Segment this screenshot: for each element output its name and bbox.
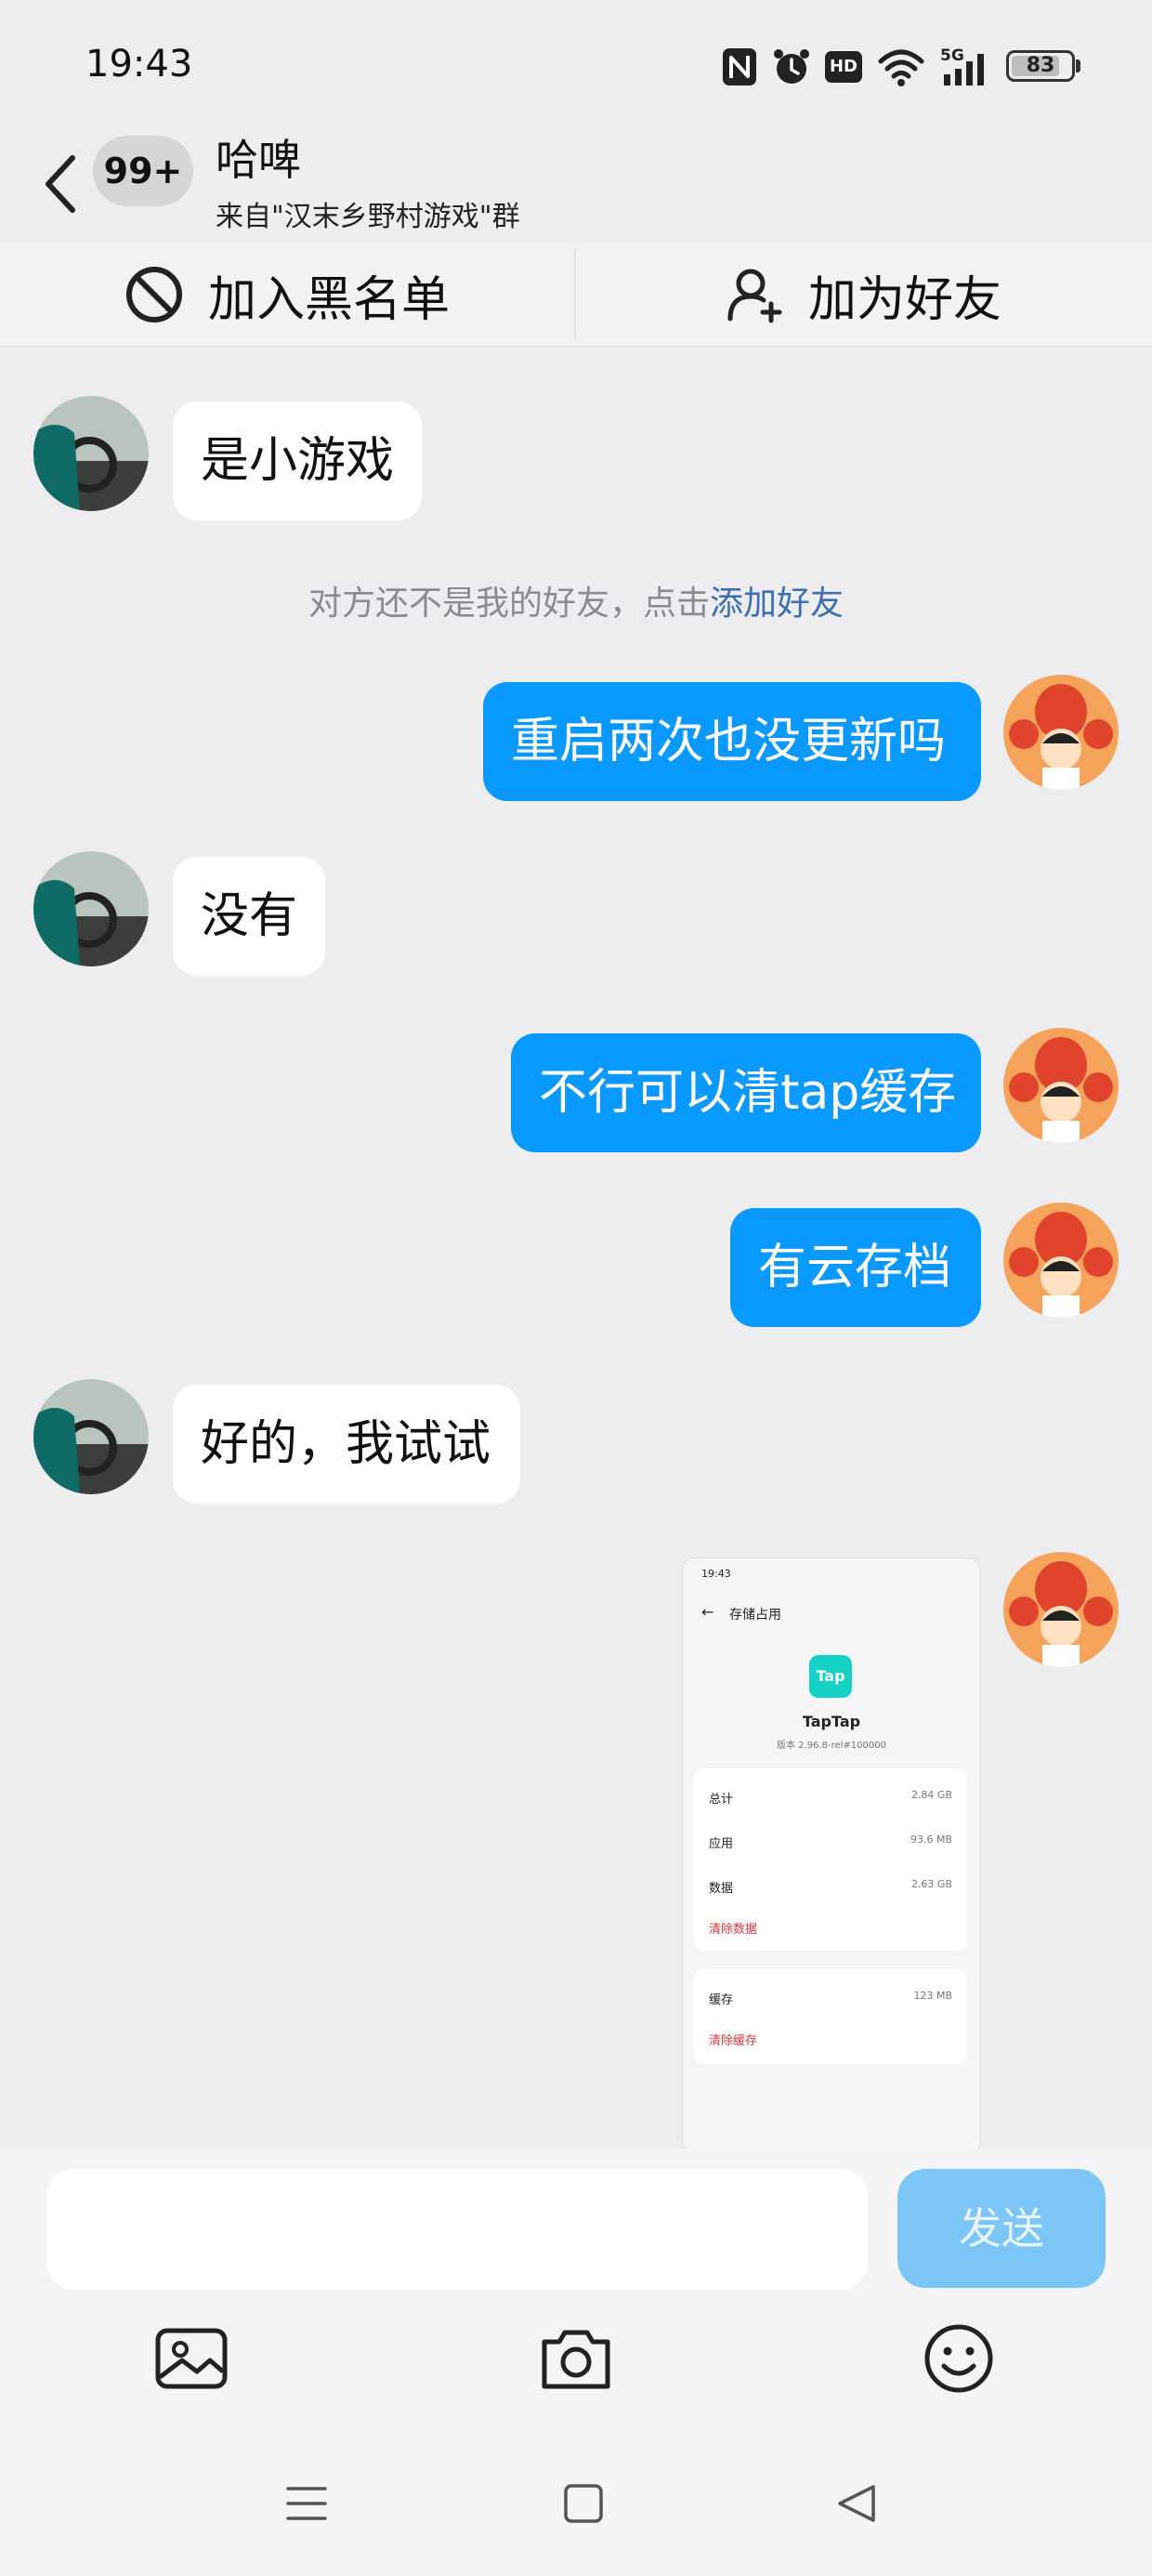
- status-time: 19:43: [85, 43, 193, 85]
- my-avatar[interactable]: [1003, 1552, 1119, 1667]
- battery-indicator: 83: [1006, 50, 1075, 82]
- system-notice: 对方还不是我的好友，点击添加好友: [0, 576, 1152, 624]
- battery-percentage: 83: [1026, 54, 1055, 77]
- thumb-storage-card: 总计 2.84 GB 应用 93.6 MB 数据 2.63 GB 清除数据: [694, 1768, 967, 1951]
- thumb-clear-data: 清除数据: [709, 1923, 758, 1937]
- battery-nub: [1076, 59, 1080, 72]
- thumb-cache-label: 缓存: [709, 1993, 734, 2007]
- thumb-app-value: 93.6 MB: [910, 1833, 952, 1846]
- thumb-clear-cache: 清除缓存: [709, 2034, 758, 2048]
- nfc-icon: [723, 48, 756, 85]
- send-button[interactable]: 发送: [897, 2169, 1106, 2288]
- thumb-data-label: 数据: [709, 1882, 734, 1896]
- add-friend-button[interactable]: 加为好友: [725, 243, 1001, 346]
- thumb-cache-value: 123 MB: [913, 1990, 952, 2002]
- message-bubble-incoming[interactable]: 好的，我试试: [173, 1385, 520, 1504]
- thumb-back-icon: ←: [701, 1603, 714, 1621]
- thumb-app-version: 版本 2.96.8-rel#100000: [777, 1741, 886, 1751]
- add-friend-label: 加为好友: [808, 271, 1002, 328]
- message-bubble-incoming[interactable]: 是小游戏: [173, 401, 422, 520]
- contact-avatar[interactable]: [33, 1379, 149, 1494]
- contact-avatar[interactable]: [33, 851, 149, 966]
- contact-avatar[interactable]: [33, 396, 149, 511]
- my-avatar[interactable]: [1003, 1028, 1119, 1143]
- signal-5g-icon: [944, 54, 984, 85]
- unread-count-badge[interactable]: 99+: [93, 136, 193, 206]
- my-avatar[interactable]: [1003, 1203, 1119, 1318]
- recent-apps-icon[interactable]: [284, 2481, 329, 2526]
- thumb-cache-card: 缓存 123 MB 清除缓存: [694, 1969, 967, 2064]
- emoji-icon[interactable]: [920, 2320, 998, 2398]
- block-icon: [126, 267, 182, 322]
- home-icon[interactable]: [561, 2481, 606, 2526]
- message-input[interactable]: [46, 2169, 868, 2290]
- thumb-data-value: 2.63 GB: [910, 1878, 952, 1890]
- back-nav-icon[interactable]: [834, 2481, 879, 2526]
- action-divider: [574, 249, 576, 340]
- taptap-app-icon: Tap: [809, 1655, 852, 1698]
- message-bubble-outgoing[interactable]: 有云存档: [730, 1208, 981, 1327]
- image-message-thumbnail[interactable]: 19:43 ← 存储占用 Tap TapTap 版本 2.96.8-rel#10…: [682, 1557, 981, 2154]
- message-bubble-outgoing[interactable]: 重启两次也没更新吗: [483, 682, 981, 801]
- thumb-status-time: 19:43: [701, 1568, 731, 1580]
- message-bubble-outgoing[interactable]: 不行可以清tap缓存: [511, 1033, 981, 1152]
- add-to-blacklist-button[interactable]: 加入黑名单: [124, 243, 450, 346]
- contact-source: 来自"汉末乡野村游戏"群: [216, 201, 520, 233]
- hd-icon: HD: [825, 51, 862, 83]
- thumb-title: 存储占用: [729, 1608, 781, 1623]
- add-to-blacklist-label: 加入黑名单: [208, 271, 451, 328]
- system-notice-text: 对方还不是我的好友，点击: [308, 585, 710, 623]
- back-button[interactable]: [28, 141, 93, 225]
- add-person-icon: [727, 269, 782, 323]
- alarm-icon: [774, 49, 809, 84]
- my-avatar[interactable]: [1003, 675, 1119, 790]
- image-icon[interactable]: [152, 2320, 230, 2398]
- thumb-total-value: 2.84 GB: [910, 1789, 952, 1801]
- thumb-app-name: TapTap: [802, 1713, 861, 1730]
- thumb-app-label: 应用: [709, 1837, 734, 1851]
- message-bubble-incoming[interactable]: 没有: [173, 857, 325, 976]
- contact-name: 哈啤: [216, 135, 301, 185]
- wifi-icon: [878, 49, 924, 86]
- add-friend-link[interactable]: 添加好友: [710, 585, 844, 623]
- camera-icon[interactable]: [537, 2320, 615, 2398]
- thumb-total-label: 总计: [709, 1793, 734, 1807]
